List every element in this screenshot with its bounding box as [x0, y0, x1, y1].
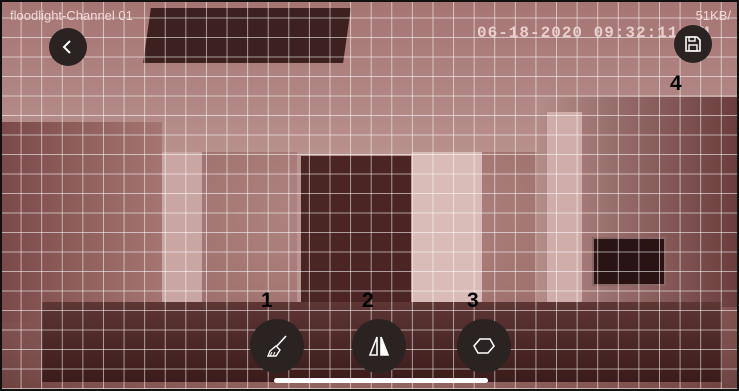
clear-grid-button[interactable] — [250, 319, 304, 373]
back-button[interactable] — [49, 28, 87, 66]
marker-1: 1 — [261, 289, 273, 312]
marker-3: 3 — [467, 289, 479, 312]
mirror-triangle-icon — [368, 336, 390, 356]
channel-label: floodlight-Channel 01 — [10, 8, 133, 23]
hexagon-outline-icon — [473, 338, 495, 354]
chevron-left-icon — [62, 40, 71, 54]
marker-4: 4 — [670, 72, 682, 95]
invert-selection-button[interactable] — [352, 319, 406, 373]
camera-feed[interactable]: floodlight-Channel 01 51KB/ 06-18-2020 0… — [0, 0, 739, 391]
home-indicator[interactable] — [274, 378, 488, 383]
draw-area-button[interactable] — [457, 319, 511, 373]
floppy-disk-icon — [685, 36, 701, 52]
marker-2: 2 — [362, 289, 374, 312]
bitrate-label: 51KB/ — [695, 8, 731, 23]
save-button[interactable] — [674, 25, 712, 63]
broom-icon — [266, 335, 287, 357]
